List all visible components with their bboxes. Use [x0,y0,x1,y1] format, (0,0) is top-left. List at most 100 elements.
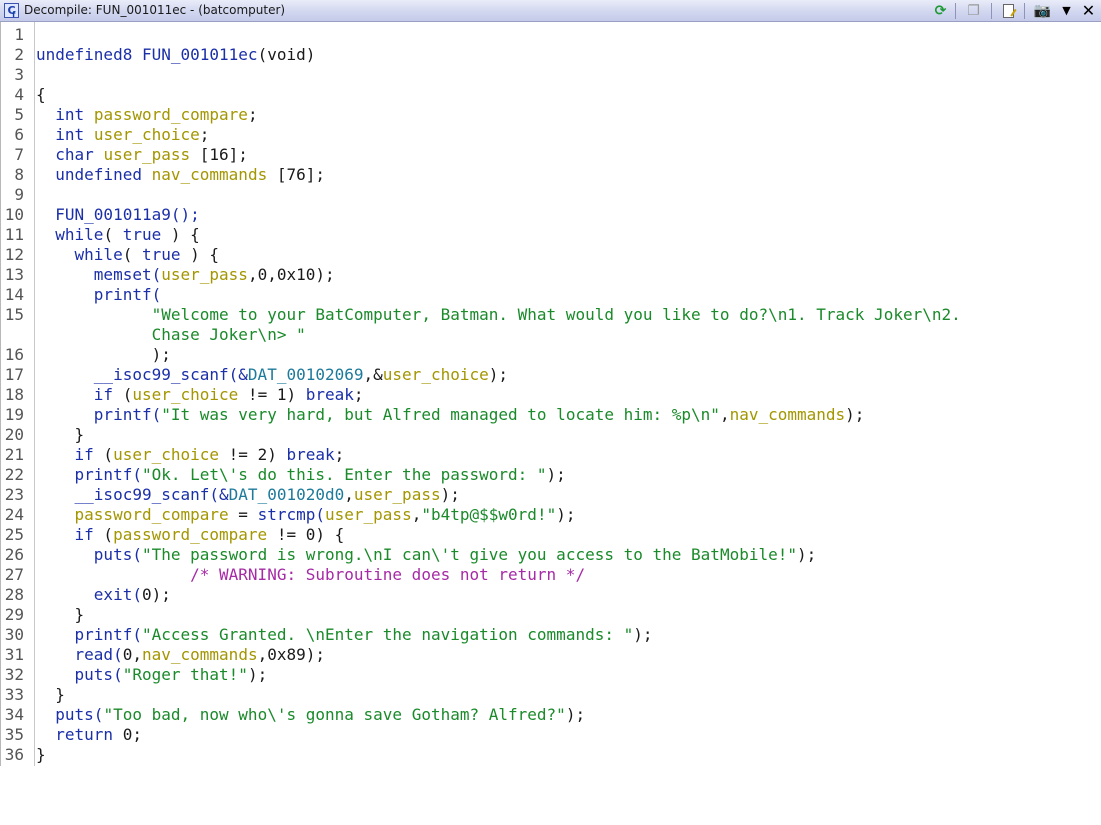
camera-icon[interactable]: 📷 [1033,2,1052,20]
string-literal[interactable]: "The password is wrong.\nI can\'t give y… [142,545,797,564]
number: 0 [122,645,133,664]
local-variable[interactable]: user_pass [354,485,441,504]
code-line: 12 while( true ) { [0,245,219,265]
code-line: 9 [0,185,39,205]
function-call[interactable]: puts( [55,705,103,724]
punct: ; [247,105,258,124]
string-literal[interactable]: "Access Granted. \nEnter the navigation … [142,625,633,644]
keyword[interactable]: if [75,525,94,544]
string-literal[interactable]: "Too bad, now who\'s gonna save Gotham? … [103,705,565,724]
expr: != 1) [238,385,306,404]
global-data[interactable]: DAT_001020d0 [229,485,345,504]
edit-snapshot-icon[interactable] [1000,2,1019,20]
type-keyword[interactable]: undefined [55,165,142,184]
local-variable[interactable]: nav_commands [142,645,258,664]
local-variable[interactable]: user_choice [94,125,200,144]
local-variable[interactable]: nav_commands [152,165,268,184]
code-line: 8 undefined nav_commands [76]; [0,165,325,185]
line-number: 26 [4,545,24,564]
line-number: 2 [14,45,24,64]
keyword[interactable]: while [55,225,103,244]
keyword[interactable]: true [123,225,162,244]
punct: ); [546,465,566,484]
function-call[interactable]: __isoc99_scanf(& [75,485,229,504]
local-variable[interactable]: user_choice [383,365,489,384]
line-number: 21 [4,445,24,464]
keyword[interactable]: break [306,385,354,404]
function-call[interactable]: puts( [75,665,123,684]
string-literal[interactable]: "b4tp@$$w0rd!" [421,505,556,524]
type-keyword[interactable]: char [55,145,94,164]
string-literal[interactable]: "It was very hard, but Alfred managed to… [161,405,720,424]
function-call[interactable]: printf( [94,285,161,304]
string-literal[interactable]: Chase Joker\n> " [152,325,306,344]
code-line: 21 if (user_choice != 2) break; [0,445,345,465]
function-call[interactable]: memset( [94,265,161,284]
string-literal[interactable]: "Welcome to your BatComputer, Batman. Wh… [152,305,961,324]
function-call[interactable]: read( [75,645,123,664]
line-number: 7 [14,145,24,164]
code-line: 34 puts("Too bad, now who\'s gonna save … [0,705,585,725]
keyword[interactable]: while [75,245,123,264]
local-variable[interactable]: user_choice [132,385,238,404]
punct: ,0x89); [257,645,326,664]
line-number: 8 [14,165,24,184]
keyword[interactable]: break [286,445,334,464]
code-line: 29 } [0,605,84,625]
code-line: 24 password_compare = strcmp(user_pass,"… [0,505,576,525]
copy-icon[interactable]: ❐ [964,2,983,20]
global-data[interactable]: DAT_00102069 [248,365,364,384]
function-call[interactable]: __isoc99_scanf(& [94,365,248,384]
string-literal[interactable]: "Ok. Let\'s do this. Enter the password:… [142,465,547,484]
punct: ); [556,505,576,524]
string-literal[interactable]: "Roger that!" [123,665,248,684]
code-line: 15 "Welcome to your BatComputer, Batman.… [0,305,961,325]
window-titlebar: Cf Decompile: FUN_001011ec - (batcompute… [0,0,1101,22]
local-variable[interactable]: password_compare [75,505,229,524]
code-line: 14 printf( [0,285,162,305]
keyword[interactable]: return [55,725,113,744]
keyword[interactable]: true [142,245,181,264]
code-line: 20 } [0,425,84,445]
args: ,0,0x10); [247,265,335,284]
punct: , [719,405,730,424]
decompiler-icon: Cf [4,3,19,19]
refresh-icon[interactable]: ⟳ [931,2,950,20]
return-type[interactable]: undefined8 [36,45,132,64]
code-line: 2 undefined8 FUN_001011ec(void) [0,45,315,65]
local-variable[interactable]: user_pass [103,145,190,164]
code-line: 4 { [0,85,45,105]
line-number: 23 [4,485,24,504]
local-variable[interactable]: user_pass [161,265,248,284]
brace: { [36,85,46,104]
punct: ); [151,345,171,364]
function-call[interactable]: strcmp( [258,505,325,524]
params: (void) [257,45,316,64]
toolbar-separator [955,3,956,19]
local-variable[interactable]: user_pass [325,505,412,524]
type-keyword[interactable]: int [55,125,84,144]
line-number: 11 [4,225,24,244]
function-name[interactable]: FUN_001011ec [142,45,258,64]
local-variable[interactable]: nav_commands [730,405,846,424]
keyword[interactable]: if [75,445,94,464]
function-call[interactable]: FUN_001011a9(); [55,205,200,224]
line-number: 36 [4,745,24,764]
line-number: 34 [4,705,24,724]
keyword[interactable]: if [94,385,113,404]
local-variable[interactable]: password_compare [113,525,267,544]
function-call[interactable]: printf( [75,465,142,484]
function-call[interactable]: printf( [75,625,142,644]
local-variable[interactable]: password_compare [94,105,248,124]
function-call[interactable]: puts( [94,545,142,564]
local-variable[interactable]: user_choice [113,445,219,464]
code-line: 6 int user_choice; [0,125,209,145]
function-call[interactable]: exit( [94,585,142,604]
function-call[interactable]: printf( [94,405,161,424]
brace: } [55,685,65,704]
close-icon[interactable]: ✕ [1079,2,1098,20]
line-number: 25 [4,525,24,544]
type-keyword[interactable]: int [55,105,84,124]
punct: ); [440,485,460,504]
dropdown-menu-icon[interactable]: ▼ [1057,2,1076,20]
